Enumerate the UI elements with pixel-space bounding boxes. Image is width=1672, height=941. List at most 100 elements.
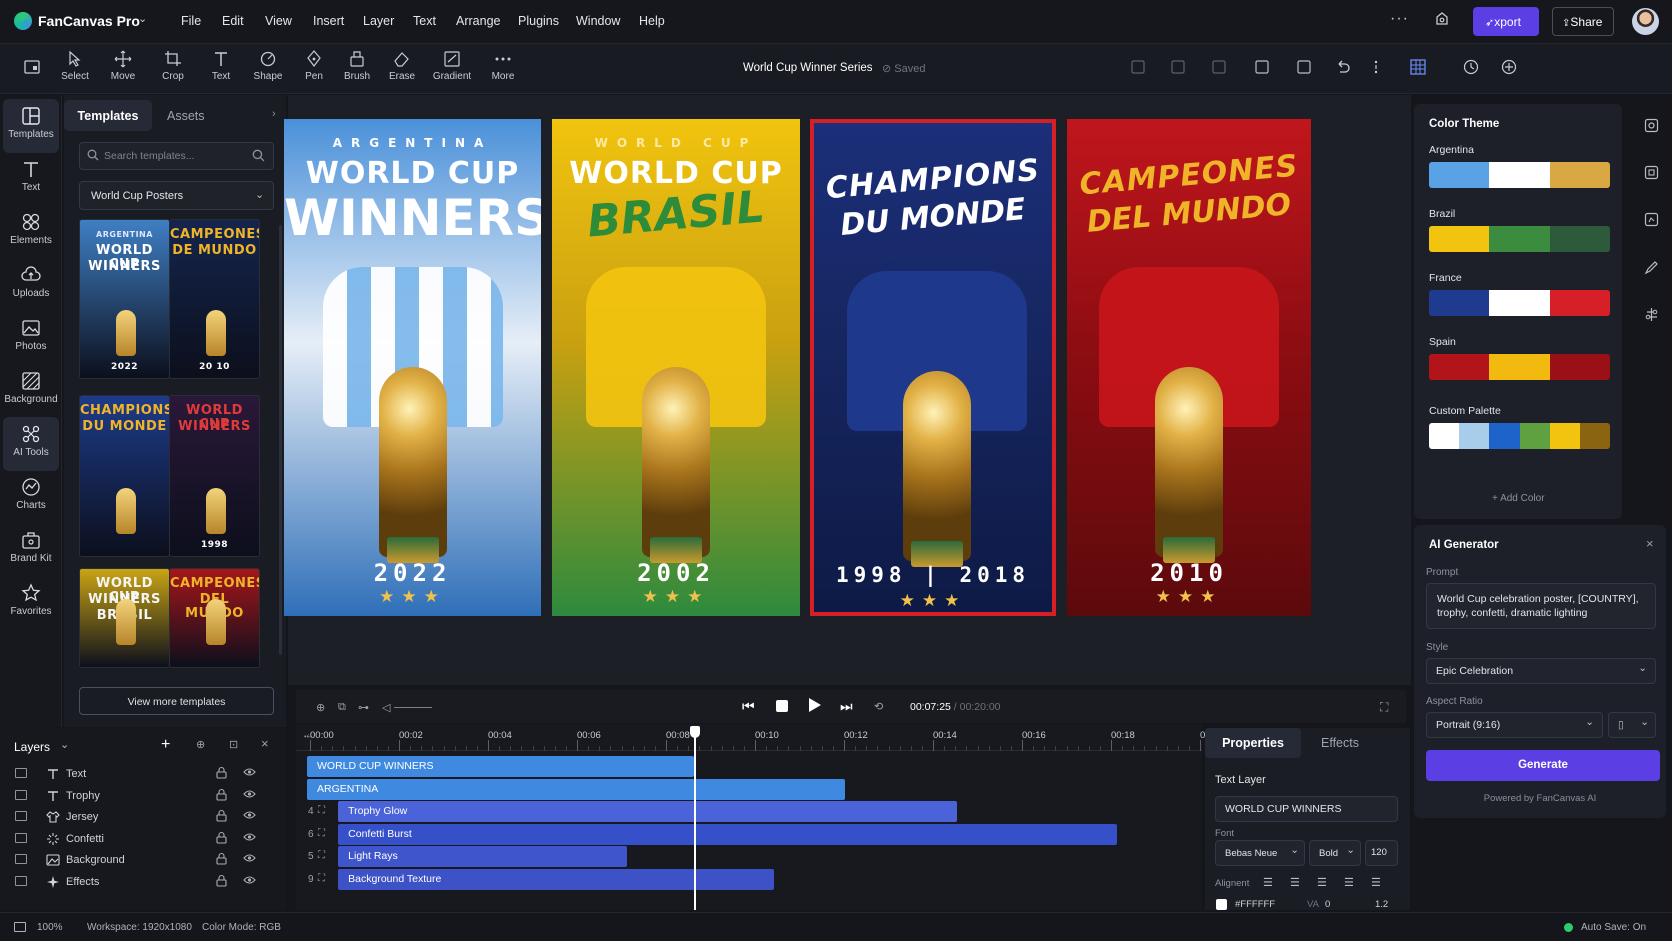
template-thumbnail[interactable]: CAMPEONES DE MUNDO 20 10 (169, 219, 260, 379)
document-title[interactable]: World Cup Winner Series (743, 62, 873, 74)
add-keyframe-icon[interactable]: ⊕ (316, 701, 325, 714)
color-swatch[interactable] (1429, 162, 1490, 188)
color-swatch[interactable] (1429, 226, 1490, 252)
lock-icon[interactable] (216, 852, 227, 865)
resize-icon[interactable] (1170, 59, 1186, 75)
tool-shape[interactable]: Shape (245, 50, 291, 82)
tool-gradient[interactable]: Gradient (429, 50, 475, 82)
template-thumbnail[interactable]: CAMPEONESDEL MUNDO (169, 568, 260, 668)
color-swatch[interactable] (1459, 423, 1490, 449)
line-height-value[interactable]: 1.2 (1375, 899, 1388, 910)
view-more-templates-button[interactable]: View more templates (79, 687, 274, 715)
menu-layer[interactable]: Layer (363, 14, 394, 28)
track-clip[interactable]: Light Rays (338, 846, 628, 868)
color-hex[interactable]: #FFFFFF (1235, 899, 1275, 910)
link-icon[interactable]: ⊶ (358, 701, 369, 714)
category-select[interactable]: World Cup Posters ⌄ (79, 181, 274, 210)
lock-icon[interactable] (216, 788, 227, 801)
more-icon[interactable]: ··· (1390, 10, 1409, 28)
lock-icon[interactable] (216, 766, 227, 779)
palette-swatches-custom-palette[interactable] (1429, 423, 1610, 449)
color-swatch[interactable] (1549, 162, 1610, 188)
nav-brand-kit[interactable]: Brand Kit (3, 523, 59, 577)
color-swatch[interactable] (1489, 162, 1550, 188)
color-swatch[interactable] (1429, 354, 1490, 380)
eye-icon[interactable] (243, 853, 256, 863)
template-thumbnail[interactable]: WORLD CUPWINNERSBRASIL (79, 568, 170, 668)
more-vertical-icon[interactable] (1368, 59, 1384, 75)
menu-file[interactable]: File (181, 14, 201, 28)
layer-name-field[interactable]: WORLD CUP WINNERS (1215, 796, 1398, 822)
color-swatch[interactable] (1216, 899, 1227, 910)
color-swatch[interactable] (1489, 354, 1550, 380)
palette-swatches-spain[interactable] (1429, 354, 1610, 380)
nav-templates[interactable]: Templates (3, 99, 59, 153)
template-thumbnail[interactable]: WORLD CUP WINNERS 1998 (169, 395, 260, 557)
volume-slider[interactable] (394, 707, 432, 708)
nav-uploads[interactable]: Uploads (3, 258, 59, 312)
sliders-rail-icon[interactable] (1644, 307, 1659, 322)
eye-icon[interactable] (243, 832, 256, 842)
layer-row[interactable]: Text (0, 764, 286, 786)
template-thumbnail[interactable]: ARGENTINA WORLD CUP WINNERS 2022 (79, 219, 170, 379)
play-icon[interactable] (808, 697, 822, 713)
lock-icon[interactable] (216, 809, 227, 822)
style-select[interactable]: Epic Celebration ⌄ (1426, 658, 1656, 684)
duplicate-layer-icon[interactable]: ⊕ (196, 738, 205, 751)
nav-background[interactable]: Background (3, 364, 59, 418)
tool-more[interactable]: More (480, 50, 526, 82)
tab-templates[interactable]: Templates (64, 100, 152, 131)
add-color-button[interactable]: + Add Color (1492, 493, 1545, 504)
layer-row[interactable]: Background (0, 850, 286, 872)
poster-2[interactable]: WORLD CUP WORLD CUP BRASIL 2002 ★★★ (552, 119, 800, 616)
color-swatch[interactable] (1489, 290, 1550, 316)
nav-favorites[interactable]: Favorites (3, 576, 59, 630)
loop-icon[interactable]: ⟲ (874, 700, 883, 713)
color-swatch[interactable] (1429, 423, 1460, 449)
menu-window[interactable]: Window (576, 14, 620, 28)
font-weight-select[interactable]: Bold ⌄ (1309, 840, 1361, 866)
lock-icon[interactable] (216, 874, 227, 887)
eye-icon[interactable] (243, 767, 256, 777)
close-icon[interactable]: × (1646, 536, 1654, 551)
nav-elements[interactable]: Elements (3, 205, 59, 259)
align-justify-icon[interactable]: ☰ (1344, 876, 1354, 889)
app-name[interactable]: FanCanvas Pro (38, 13, 140, 29)
menu-insert[interactable]: Insert (313, 14, 344, 28)
nav-photos[interactable]: Photos (3, 311, 59, 365)
tool-select[interactable]: Select (52, 50, 98, 82)
share-button[interactable]: ⇪Share (1552, 7, 1614, 36)
scrollbar[interactable] (279, 225, 282, 655)
font-family-select[interactable]: Bebas Neue ⌄ (1215, 840, 1305, 866)
menu-text[interactable]: Text (413, 14, 436, 28)
menu-view[interactable]: View (265, 14, 292, 28)
poster-4[interactable]: CAMPEONES DEL MUNDO 2010 ★★★ (1067, 119, 1311, 616)
color-swatch[interactable] (1549, 226, 1610, 252)
palette-swatches-argentina[interactable] (1429, 162, 1610, 188)
tool-move[interactable]: Move (100, 50, 146, 82)
settings-icon[interactable] (1434, 11, 1450, 27)
color-swatch[interactable] (1489, 226, 1550, 252)
color-swatch[interactable] (1549, 354, 1610, 380)
track-clip[interactable]: ARGENTINA (307, 778, 846, 800)
track-clip[interactable]: WORLD CUP WINNERS (307, 756, 695, 777)
align-right-icon[interactable]: ☰ (1317, 876, 1327, 889)
add-layer-icon[interactable]: + (161, 736, 170, 754)
chevron-down-icon[interactable]: ⌄ (138, 12, 147, 25)
prompt-textarea[interactable]: World Cup celebration poster, [COUNTRY],… (1426, 583, 1656, 629)
panel-collapse-icon[interactable]: › (272, 108, 276, 120)
tool-text[interactable]: Text (198, 50, 244, 82)
nav-ai-tools[interactable]: AI Tools (3, 417, 59, 471)
export-button[interactable]: ➶xport (1473, 7, 1539, 36)
tracking-value[interactable]: 0 (1325, 899, 1330, 910)
track-clip[interactable]: Trophy Glow (338, 801, 957, 823)
color-swatch[interactable] (1549, 423, 1580, 449)
color-swatch[interactable] (1519, 423, 1550, 449)
color-swatch[interactable] (1549, 290, 1610, 316)
undo-icon[interactable] (1335, 59, 1351, 75)
screenshot-icon[interactable] (1254, 59, 1270, 75)
skip-back-icon[interactable]: ⏮ (742, 698, 755, 715)
close-icon[interactable]: × (261, 736, 269, 751)
adjust-rail-icon[interactable] (1644, 212, 1659, 227)
tool-erase[interactable]: Erase (379, 50, 425, 82)
